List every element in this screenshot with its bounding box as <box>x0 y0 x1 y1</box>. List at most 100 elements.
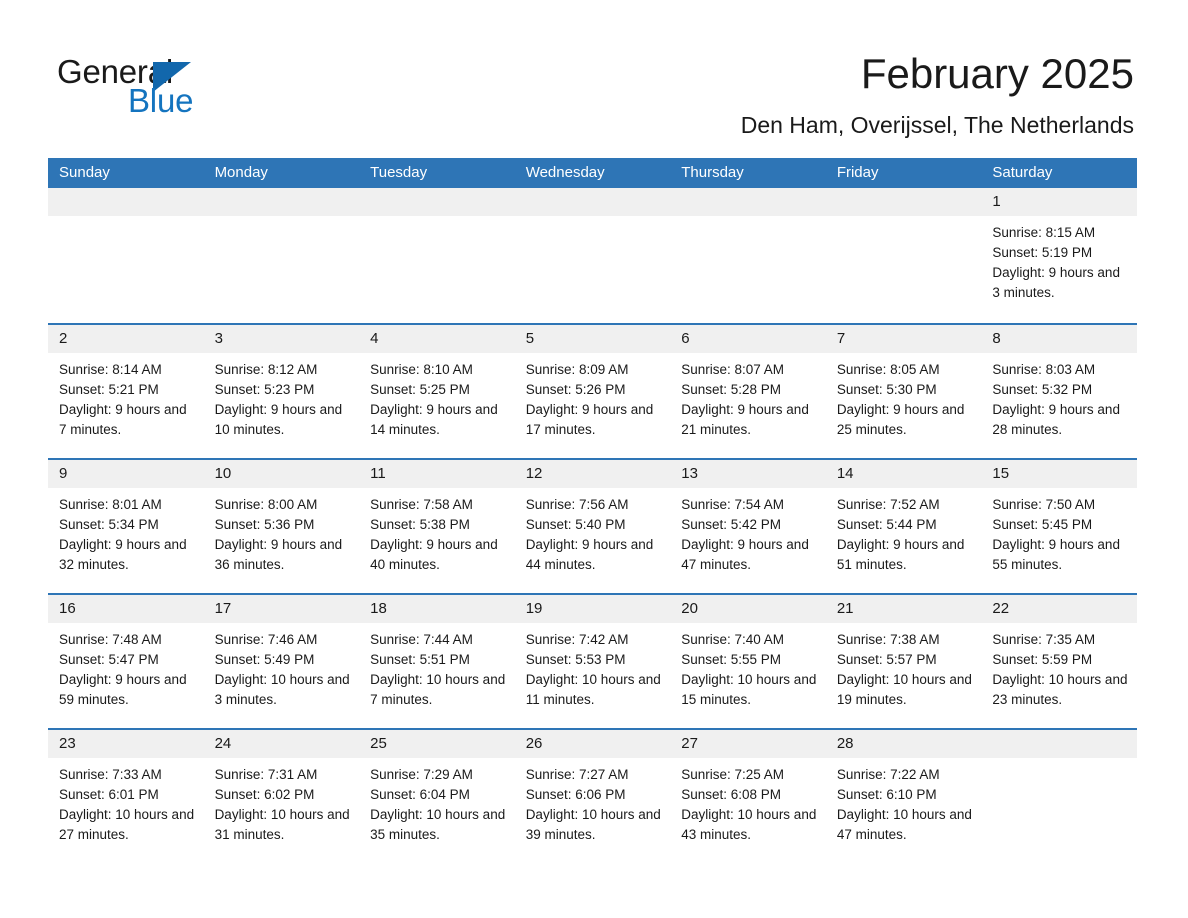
calendar-day-cell[interactable]: 19 Sunrise: 7:42 AM Sunset: 5:53 PM Dayligh… <box>514 595 671 728</box>
sunrise-text: Sunrise: 8:05 AM <box>836 362 940 377</box>
day-number: 25 <box>370 735 387 752</box>
daylight-text: Daylight: 9 hours and 10 minutes. <box>214 402 343 437</box>
calendar-day-cell[interactable]: 28 Sunrise: 7:22 AM Sunset: 6:10 PM Dayligh… <box>825 730 982 863</box>
day-sun-info: Sunrise: 7:50 AM Sunset: 5:45 PM Daylight:… <box>981 488 1137 575</box>
calendar-day-cell[interactable]: 15 Sunrise: 7:50 AM Sunset: 5:45 PM Dayligh… <box>981 460 1137 593</box>
sunrise-text: Sunrise: 8:01 AM <box>59 497 162 512</box>
weekday-header-sunday: Sunday <box>59 164 110 181</box>
sunset-text: Sunset: 5:21 PM <box>59 382 159 397</box>
daylight-text: Daylight: 9 hours and 14 minutes. <box>370 402 498 437</box>
sunset-text: Sunset: 5:25 PM <box>370 382 470 397</box>
day-number: 24 <box>214 735 232 752</box>
day-number-band <box>48 188 204 216</box>
calendar-day-cell[interactable]: 25 Sunrise: 7:29 AM Sunset: 6:04 PM Dayligh… <box>359 730 515 863</box>
calendar-day-cell[interactable]: 1 Sunrise: 8:15 AM Sunset: 5:19 PM Daylight… <box>981 188 1137 323</box>
calendar-day-cell[interactable]: 12 Sunrise: 7:56 AM Sunset: 5:40 PM Dayligh… <box>514 460 671 593</box>
day-number: 6 <box>681 330 690 347</box>
weekday-header-saturday: Saturday <box>992 164 1053 181</box>
daylight-text: Daylight: 10 hours and 47 minutes. <box>836 807 972 842</box>
day-number-band: 9 <box>48 460 204 488</box>
calendar-day-cell[interactable]: 9 Sunrise: 8:01 AM Sunset: 5:34 PM Daylight… <box>48 460 204 593</box>
sunset-text: Sunset: 6:04 PM <box>370 787 470 802</box>
day-number-band: 13 <box>670 460 826 488</box>
calendar-day-cell[interactable]: 2 Sunrise: 8:14 AM Sunset: 5:21 PM Daylight… <box>48 325 204 458</box>
day-sun-info: Sunrise: 8:00 AM Sunset: 5:36 PM Daylight:… <box>204 488 360 575</box>
day-number: 10 <box>214 465 232 482</box>
sunrise-text: Sunrise: 7:22 AM <box>836 767 940 782</box>
day-number: 5 <box>525 330 535 347</box>
sunset-text: Sunset: 5:28 PM <box>681 382 782 397</box>
weekday-header-wednesday: Wednesday <box>525 164 605 181</box>
sunset-text: Sunset: 5:40 PM <box>525 517 626 532</box>
day-number-band: 11 <box>359 460 515 488</box>
day-number: 28 <box>836 735 854 752</box>
calendar-day-cell[interactable]: 3 Sunrise: 8:12 AM Sunset: 5:23 PM Daylight… <box>203 325 360 458</box>
daylight-text: Daylight: 10 hours and 7 minutes. <box>370 672 506 707</box>
daylight-text: Daylight: 9 hours and 55 minutes. <box>992 537 1120 572</box>
day-number-band: 25 <box>359 730 515 758</box>
calendar-grid: Sunday Monday Tuesday Wednesday Thursday… <box>48 158 1137 863</box>
day-number-band: 26 <box>514 730 671 758</box>
day-sun-info: Sunrise: 7:27 AM Sunset: 6:06 PM Daylight:… <box>515 758 671 845</box>
day-sun-info: Sunrise: 8:05 AM Sunset: 5:30 PM Daylight:… <box>826 353 982 440</box>
sunrise-text: Sunrise: 7:52 AM <box>836 497 940 512</box>
calendar-day-cell-empty <box>359 188 515 323</box>
day-sun-info: Sunrise: 7:25 AM Sunset: 6:08 PM Daylight:… <box>670 758 826 845</box>
calendar-day-cell-empty <box>670 188 826 323</box>
day-number-band: 27 <box>670 730 826 758</box>
sunrise-text: Sunrise: 7:33 AM <box>59 767 162 782</box>
sunset-text: Sunset: 5:49 PM <box>214 652 315 667</box>
day-number: 16 <box>59 600 76 617</box>
day-sun-info: Sunrise: 7:48 AM Sunset: 5:47 PM Daylight:… <box>48 623 204 710</box>
sunrise-text: Sunrise: 8:07 AM <box>681 362 785 377</box>
daylight-text: Daylight: 10 hours and 31 minutes. <box>214 807 350 842</box>
calendar-day-cell[interactable]: 7 Sunrise: 8:05 AM Sunset: 5:30 PM Daylight… <box>825 325 982 458</box>
calendar-day-cell[interactable]: 4 Sunrise: 8:10 AM Sunset: 5:25 PM Daylight… <box>359 325 515 458</box>
calendar-day-cell[interactable]: 18 Sunrise: 7:44 AM Sunset: 5:51 PM Dayligh… <box>359 595 515 728</box>
day-number: 2 <box>59 330 68 347</box>
weekday-header-tuesday: Tuesday <box>370 164 428 181</box>
daylight-text: Daylight: 10 hours and 39 minutes. <box>525 807 661 842</box>
calendar-day-cell[interactable]: 10 Sunrise: 8:00 AM Sunset: 5:36 PM Dayligh… <box>203 460 360 593</box>
calendar-day-cell[interactable]: 21 Sunrise: 7:38 AM Sunset: 5:57 PM Dayligh… <box>825 595 982 728</box>
calendar-day-cell[interactable]: 23 Sunrise: 7:33 AM Sunset: 6:01 PM Dayligh… <box>48 730 204 863</box>
sunset-text: Sunset: 5:42 PM <box>681 517 782 532</box>
sunset-text: Sunset: 5:57 PM <box>836 652 937 667</box>
calendar-day-cell[interactable]: 24 Sunrise: 7:31 AM Sunset: 6:02 PM Dayligh… <box>203 730 360 863</box>
day-sun-info: Sunrise: 7:52 AM Sunset: 5:44 PM Daylight:… <box>826 488 982 575</box>
daylight-text: Daylight: 9 hours and 7 minutes. <box>59 402 187 437</box>
calendar-day-cell[interactable]: 27 Sunrise: 7:25 AM Sunset: 6:08 PM Dayligh… <box>670 730 826 863</box>
sunrise-text: Sunrise: 7:29 AM <box>370 767 473 782</box>
sunrise-text: Sunrise: 8:12 AM <box>214 362 318 377</box>
calendar-day-cell[interactable]: 11 Sunrise: 7:58 AM Sunset: 5:38 PM Dayligh… <box>359 460 515 593</box>
calendar-day-cell[interactable]: 8 Sunrise: 8:03 AM Sunset: 5:32 PM Daylight… <box>981 325 1137 458</box>
day-number-band: 3 <box>203 325 360 353</box>
sunset-text: Sunset: 6:01 PM <box>59 787 159 802</box>
calendar-day-cell[interactable]: 17 Sunrise: 7:46 AM Sunset: 5:49 PM Dayligh… <box>203 595 360 728</box>
calendar-day-cell[interactable]: 26 Sunrise: 7:27 AM Sunset: 6:06 PM Dayligh… <box>514 730 671 863</box>
day-sun-info: Sunrise: 7:58 AM Sunset: 5:38 PM Daylight:… <box>359 488 515 575</box>
sunrise-text: Sunrise: 8:09 AM <box>525 362 629 377</box>
daylight-text: Daylight: 9 hours and 21 minutes. <box>681 402 809 437</box>
calendar-day-cell[interactable]: 14 Sunrise: 7:52 AM Sunset: 5:44 PM Dayligh… <box>825 460 982 593</box>
calendar-day-cell[interactable]: 13 Sunrise: 7:54 AM Sunset: 5:42 PM Dayligh… <box>670 460 826 593</box>
day-number: 11 <box>370 465 386 482</box>
day-number-band: 23 <box>48 730 204 758</box>
day-number-band: 18 <box>359 595 515 623</box>
sunrise-text: Sunrise: 7:27 AM <box>525 767 629 782</box>
day-sun-info: Sunrise: 7:44 AM Sunset: 5:51 PM Daylight:… <box>359 623 515 710</box>
calendar-day-cell[interactable]: 22 Sunrise: 7:35 AM Sunset: 5:59 PM Dayligh… <box>981 595 1137 728</box>
sunrise-text: Sunrise: 7:40 AM <box>681 632 785 647</box>
day-sun-info: Sunrise: 7:56 AM Sunset: 5:40 PM Daylight:… <box>515 488 671 575</box>
calendar-day-cell[interactable]: 20 Sunrise: 7:40 AM Sunset: 5:55 PM Dayligh… <box>670 595 826 728</box>
daylight-text: Daylight: 10 hours and 43 minutes. <box>681 807 817 842</box>
daylight-text: Daylight: 9 hours and 17 minutes. <box>525 402 654 437</box>
day-number: 26 <box>525 735 543 752</box>
day-number: 8 <box>992 330 1001 347</box>
day-sun-info: Sunrise: 7:29 AM Sunset: 6:04 PM Daylight:… <box>359 758 515 845</box>
daylight-text: Daylight: 9 hours and 44 minutes. <box>525 537 654 572</box>
calendar-day-cell[interactable]: 16 Sunrise: 7:48 AM Sunset: 5:47 PM Dayligh… <box>48 595 204 728</box>
calendar-day-cell[interactable]: 6 Sunrise: 8:07 AM Sunset: 5:28 PM Daylight… <box>670 325 826 458</box>
calendar-day-cell[interactable]: 5 Sunrise: 8:09 AM Sunset: 5:26 PM Daylight… <box>514 325 671 458</box>
day-number: 21 <box>836 600 854 617</box>
